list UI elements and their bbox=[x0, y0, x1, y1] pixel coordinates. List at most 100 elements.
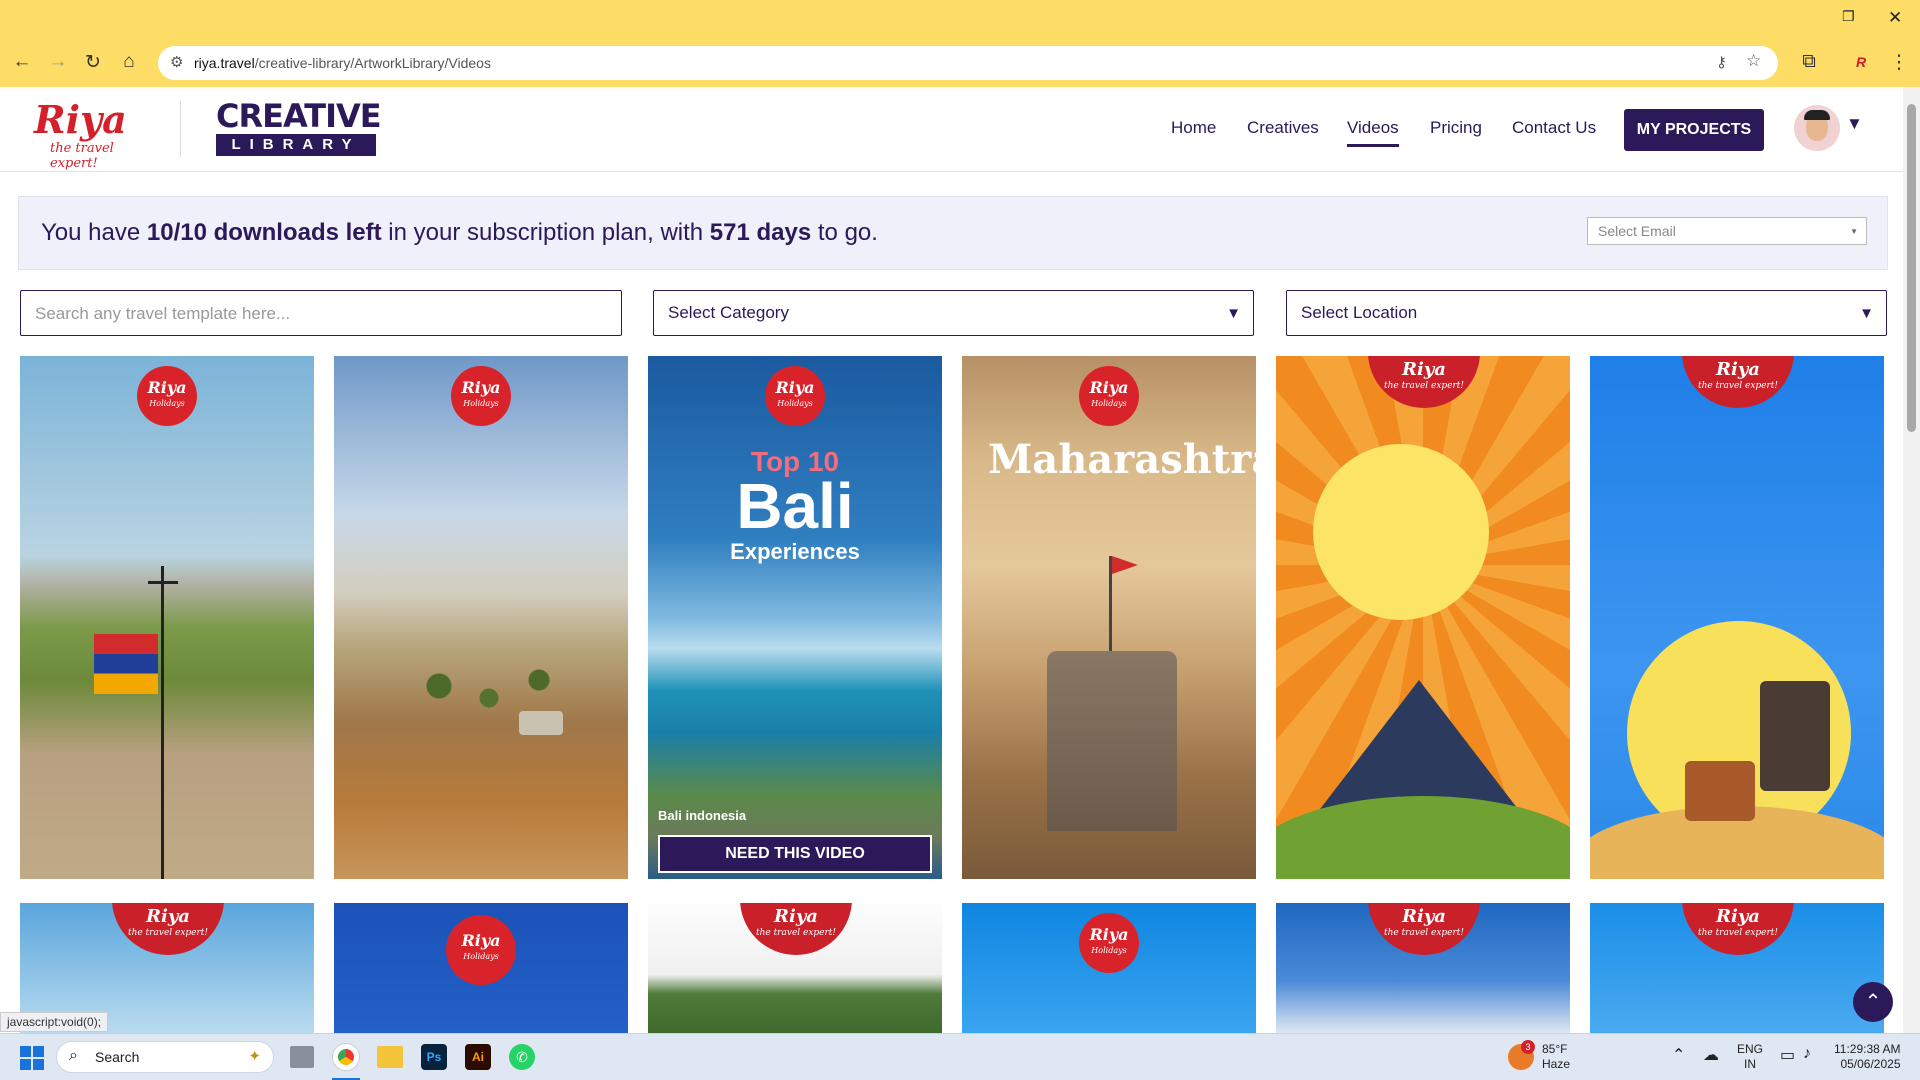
nav-home[interactable]: Home bbox=[1171, 118, 1216, 138]
riya-expert-watermark: Riya the travel expert! bbox=[1368, 356, 1480, 408]
network-icon[interactable]: ▭ bbox=[1780, 1045, 1795, 1065]
category-select[interactable]: Select Category ▼ bbox=[653, 290, 1254, 336]
task-view-icon[interactable] bbox=[290, 1046, 314, 1068]
video-card-blue-sky[interactable]: Riya Holidays bbox=[334, 903, 628, 1033]
suitcase-small bbox=[1685, 761, 1755, 821]
nav-pricing[interactable]: Pricing bbox=[1430, 118, 1482, 138]
saffron-flag bbox=[1112, 556, 1138, 574]
forward-icon[interactable]: → bbox=[45, 49, 71, 75]
taskbar-search-label: Search bbox=[95, 1049, 140, 1065]
riya-expert-watermark: Riya the travel expert! bbox=[112, 903, 224, 955]
weather-widget[interactable]: 85°F Haze bbox=[1542, 1042, 1570, 1072]
header-divider bbox=[180, 101, 181, 157]
password-key-icon[interactable]: ⚷ bbox=[1716, 53, 1727, 71]
riya-logo[interactable]: Riya the travel expert! bbox=[28, 97, 158, 171]
profile-caret-icon[interactable]: ▼ bbox=[1846, 114, 1863, 134]
bookmark-star-icon[interactable]: ☆ bbox=[1746, 51, 1761, 71]
fort-tower bbox=[1047, 651, 1177, 831]
location-select-label: Select Location bbox=[1301, 303, 1418, 322]
flag-pole bbox=[161, 566, 164, 879]
library-logo-bottom: LIBRARY bbox=[216, 134, 376, 156]
site-info-icon[interactable]: ⚙ bbox=[170, 53, 183, 71]
pole-crossbar bbox=[148, 581, 178, 584]
chevron-down-icon: ▼ bbox=[1850, 227, 1858, 236]
video-card-mountain-sun[interactable]: Riya the travel expert! bbox=[1276, 356, 1570, 879]
chrome-icon[interactable] bbox=[333, 1044, 359, 1070]
location-select[interactable]: Select Location ▼ bbox=[1286, 290, 1887, 336]
weather-condition: Haze bbox=[1542, 1057, 1571, 1071]
copilot-sparkle-icon: ✦ bbox=[248, 1048, 261, 1065]
sun-circle bbox=[1313, 444, 1489, 620]
windows-start-icon[interactable] bbox=[20, 1046, 44, 1070]
riya-holidays-watermark: Riya Holidays bbox=[1079, 366, 1139, 426]
scrollbar-thumb[interactable] bbox=[1907, 104, 1916, 432]
taskbar: ⌕ Search ✦ Ps Ai ✆ 3 85°F Haze ⌃ ☁ ENG I… bbox=[0, 1033, 1920, 1080]
nav-creatives[interactable]: Creatives bbox=[1247, 118, 1319, 138]
home-icon[interactable]: ⌂ bbox=[116, 49, 142, 75]
search-placeholder: Search any travel template here... bbox=[35, 304, 291, 323]
video-card-safari[interactable]: Riya Holidays bbox=[334, 356, 628, 879]
reload-icon[interactable]: ↻ bbox=[80, 49, 106, 75]
volume-icon[interactable]: ♪ bbox=[1803, 1045, 1811, 1063]
riya-expert-watermark: Riya the travel expert! bbox=[740, 903, 852, 955]
back-to-top-button[interactable]: ⌃ bbox=[1853, 982, 1893, 1022]
show-hidden-icons-chevron-icon[interactable]: ⌃ bbox=[1672, 1045, 1685, 1065]
riya-expert-watermark: Riya the travel expert! bbox=[1368, 903, 1480, 955]
whatsapp-icon[interactable]: ✆ bbox=[509, 1044, 535, 1070]
video-card-armenia[interactable]: Riya Holidays bbox=[20, 356, 314, 879]
video-card-forest[interactable]: Riya the travel expert! bbox=[648, 903, 942, 1033]
file-explorer-icon[interactable] bbox=[377, 1046, 403, 1068]
video-card-beach-luggage[interactable]: Riya the travel expert! bbox=[1590, 356, 1884, 879]
armenia-flag bbox=[94, 634, 158, 694]
chevron-up-icon: ⌃ bbox=[1864, 991, 1882, 1013]
template-search-input[interactable]: Search any travel template here... bbox=[20, 290, 622, 336]
acacia-trees bbox=[364, 656, 614, 716]
language-code: ENG bbox=[1737, 1042, 1764, 1056]
riya-holidays-watermark: Riya Holidays bbox=[446, 915, 516, 985]
riya-expert-watermark: Riya the travel expert! bbox=[1682, 356, 1794, 408]
category-select-label: Select Category bbox=[668, 303, 789, 322]
onedrive-icon[interactable]: ☁ bbox=[1703, 1045, 1719, 1065]
need-this-video-button[interactable]: NEED THIS VIDEO bbox=[658, 835, 932, 873]
clock-date: 05/06/2025 bbox=[1840, 1057, 1901, 1071]
brand-tagline: the travel expert! bbox=[50, 141, 114, 171]
bali-title-line2: Bali bbox=[736, 470, 854, 542]
close-window-icon[interactable]: ✕ bbox=[1888, 8, 1902, 28]
nav-contact-us[interactable]: Contact Us bbox=[1512, 118, 1596, 138]
bali-caption: Bali indonesia bbox=[658, 808, 747, 823]
clock[interactable]: 11:29:38 AM 05/06/2025 bbox=[1834, 1042, 1901, 1072]
riya-holidays-watermark: Riya Holidays bbox=[1079, 913, 1139, 973]
restore-window-icon[interactable]: ❐ bbox=[1842, 8, 1855, 25]
extensions-icon[interactable]: ⧉ bbox=[1796, 49, 1822, 75]
riya-holidays-watermark: Riya Holidays bbox=[451, 366, 511, 426]
back-icon[interactable]: ← bbox=[9, 49, 35, 75]
video-card-ocean-sky[interactable]: Riya Holidays bbox=[962, 903, 1256, 1033]
clock-time: 11:29:38 AM bbox=[1834, 1042, 1901, 1056]
creative-library-logo[interactable]: CREATIVE LIBRARY bbox=[216, 100, 382, 158]
brand-name: Riya bbox=[34, 97, 127, 142]
taskbar-search-input[interactable]: ⌕ Search ✦ bbox=[56, 1041, 274, 1073]
search-icon: ⌕ bbox=[69, 1047, 78, 1064]
photoshop-icon[interactable]: Ps bbox=[421, 1044, 447, 1070]
language-indicator[interactable]: ENG IN bbox=[1737, 1042, 1763, 1072]
subscription-banner: You have 10/10 downloads left in your su… bbox=[18, 196, 1888, 270]
riya-expert-watermark: Riya the travel expert! bbox=[1682, 903, 1794, 955]
my-projects-button[interactable]: MY PROJECTS bbox=[1624, 109, 1764, 151]
chevron-down-icon: ▼ bbox=[1859, 305, 1874, 322]
video-card-clear-sky[interactable]: Riya the travel expert! bbox=[1590, 903, 1884, 1033]
url-text: riya.travel/creative-library/ArtworkLibr… bbox=[194, 55, 491, 71]
select-email-dropdown[interactable]: Select Email ▼ bbox=[1587, 217, 1867, 245]
weather-badge: 3 bbox=[1521, 1040, 1535, 1054]
riya-extension-icon[interactable]: R bbox=[1848, 49, 1874, 75]
address-bar[interactable]: ⚙ riya.travel/creative-library/ArtworkLi… bbox=[158, 46, 1778, 80]
avatar[interactable] bbox=[1794, 105, 1840, 151]
green-hill bbox=[1276, 796, 1570, 879]
video-card-maharashtra[interactable]: Riya Holidays Maharashtra bbox=[962, 356, 1256, 879]
weather-temp: 85°F bbox=[1542, 1042, 1568, 1056]
chevron-down-icon: ▼ bbox=[1226, 305, 1241, 322]
nav-videos[interactable]: Videos bbox=[1347, 118, 1399, 147]
illustrator-icon[interactable]: Ai bbox=[465, 1044, 491, 1070]
video-card-bali[interactable]: Riya Holidays Top 10 Bali Experiences Bal… bbox=[648, 356, 942, 879]
browser-menu-icon[interactable]: ⋮ bbox=[1886, 49, 1912, 75]
video-card-temple[interactable]: Riya the travel expert! bbox=[1276, 903, 1570, 1033]
